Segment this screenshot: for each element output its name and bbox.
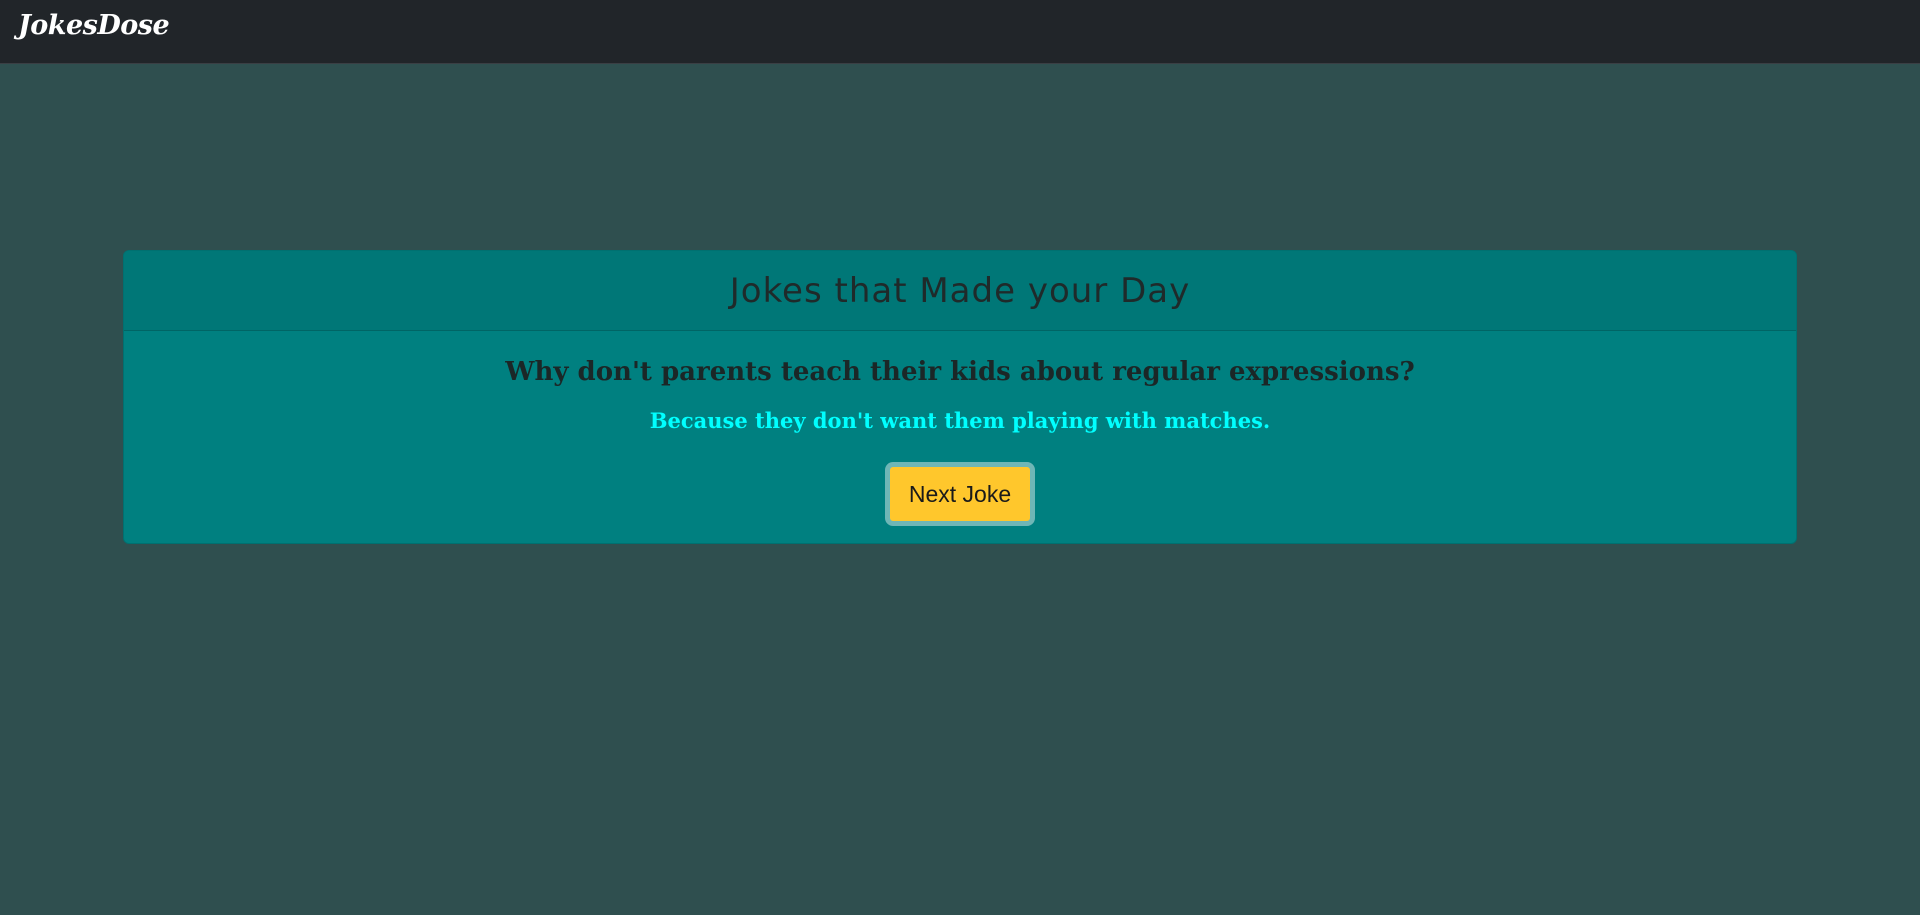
joke-question: Why don't parents teach their kids about… bbox=[505, 357, 1415, 387]
brand-logo[interactable]: JokesDose bbox=[18, 10, 170, 41]
card-title: Jokes that Made your Day bbox=[729, 270, 1191, 311]
card-header: Jokes that Made your Day bbox=[124, 251, 1796, 331]
top-navbar: JokesDose bbox=[0, 0, 1920, 64]
next-joke-button[interactable]: Next Joke bbox=[885, 462, 1035, 526]
joke-answer: Because they don't want them playing wit… bbox=[649, 408, 1271, 433]
joke-card: Jokes that Made your Day Why don't paren… bbox=[123, 250, 1797, 544]
